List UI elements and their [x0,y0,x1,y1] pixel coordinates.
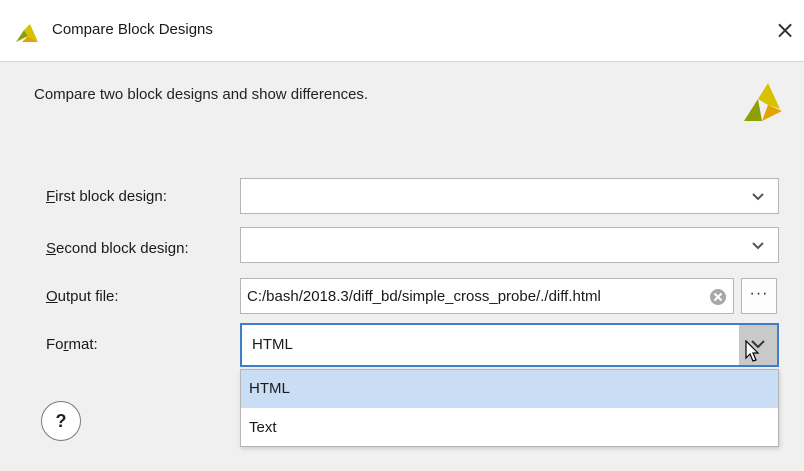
output-file-value: C:/bash/2018.3/diff_bd/simple_cross_prob… [247,288,601,305]
title-bar: Compare Block Designs × [0,0,804,62]
browse-button[interactable]: ··· [741,278,777,314]
format-label: Format: [46,336,98,353]
output-file-field[interactable]: C:/bash/2018.3/diff_bd/simple_cross_prob… [240,278,734,314]
mouse-cursor-icon [745,340,760,362]
format-option-html[interactable]: HTML [241,370,778,408]
help-button[interactable]: ? [41,401,81,441]
second-block-design-label: Second block design: [46,240,189,257]
vivado-logo-icon [16,24,38,42]
format-options-list: HTML Text [240,369,779,447]
vivado-logo-icon [744,83,782,121]
second-block-design-combo[interactable] [240,227,779,263]
chevron-down-icon [752,242,764,250]
dialog-description: Compare two block designs and show diffe… [34,86,369,103]
first-block-design-label: First block design: [46,188,167,205]
format-option-text[interactable]: Text [241,409,778,447]
first-block-design-combo[interactable] [240,178,779,214]
close-button[interactable]: × [766,10,804,50]
chevron-down-icon [752,193,764,201]
window-title: Compare Block Designs [52,21,213,38]
format-combo[interactable]: HTML [240,323,779,367]
clear-icon[interactable] [709,288,727,306]
output-file-label: Output file: [46,288,119,305]
format-selected-value: HTML [252,336,293,353]
